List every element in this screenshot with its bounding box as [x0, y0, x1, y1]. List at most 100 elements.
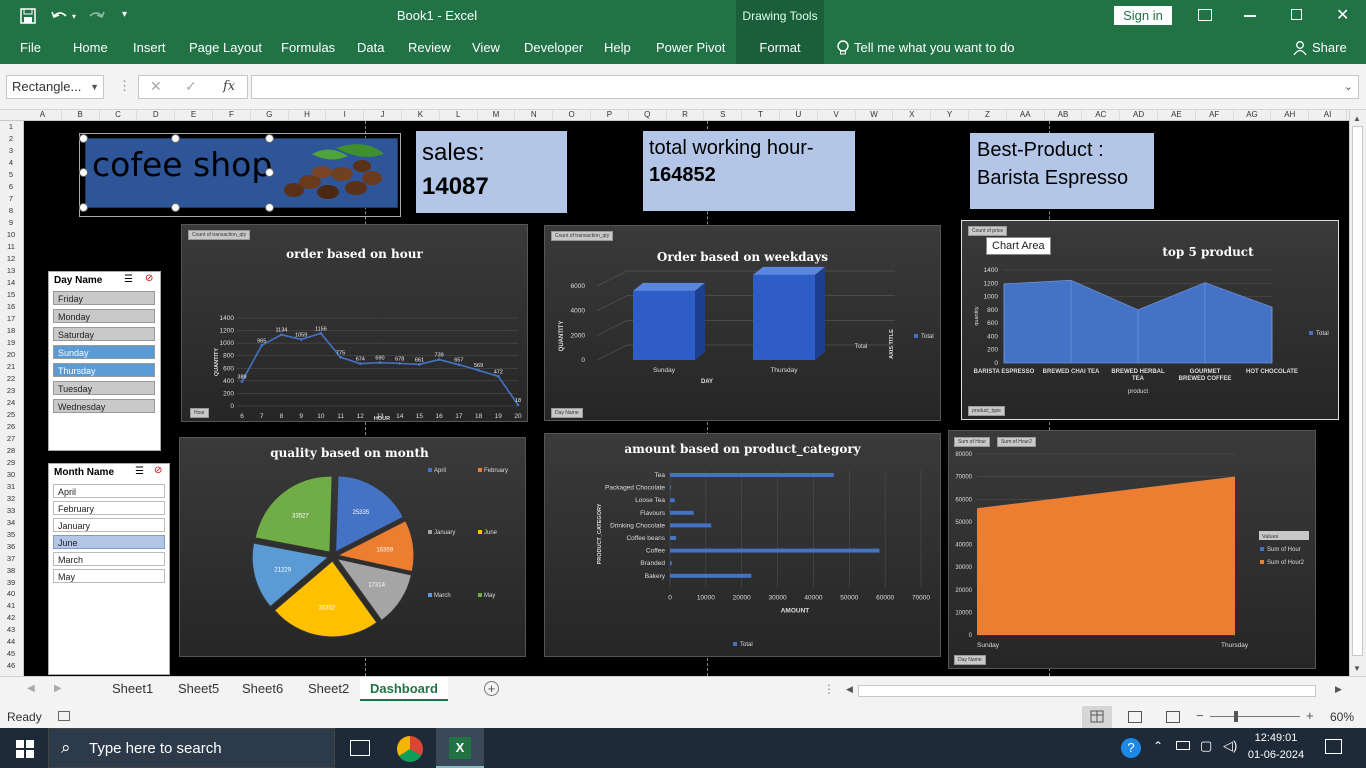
- resize-handle[interactable]: [171, 134, 180, 143]
- taskbar-search-box[interactable]: ⌕ Type here to search: [48, 728, 335, 768]
- tab-formulas[interactable]: Formulas: [281, 32, 335, 64]
- column-header[interactable]: AF: [1196, 110, 1234, 120]
- sheet-tab-dashboard[interactable]: Dashboard: [360, 677, 448, 701]
- column-header[interactable]: AE: [1158, 110, 1196, 120]
- chrome-icon[interactable]: [397, 736, 423, 762]
- row-header[interactable]: 40: [0, 588, 22, 600]
- resize-handle[interactable]: [79, 203, 88, 212]
- slicer-item-thursday[interactable]: Thursday: [53, 363, 155, 377]
- tab-developer[interactable]: Developer: [524, 32, 583, 64]
- column-header[interactable]: E: [175, 110, 213, 120]
- day-filter-button[interactable]: Day Name: [954, 655, 986, 665]
- normal-view-button[interactable]: [1082, 706, 1112, 728]
- share-button[interactable]: Share: [1312, 32, 1347, 64]
- row-header[interactable]: 1: [0, 121, 22, 133]
- tab-view[interactable]: View: [472, 32, 500, 64]
- chart-order-by-hour[interactable]: Count of transaction_qty order based on …: [181, 224, 528, 422]
- column-header[interactable]: L: [440, 110, 478, 120]
- column-header[interactable]: D: [137, 110, 176, 120]
- scroll-down-icon[interactable]: ▼: [1353, 664, 1361, 673]
- add-sheet-icon[interactable]: +: [484, 681, 499, 696]
- column-header[interactable]: G: [251, 110, 289, 120]
- undo-icon[interactable]: [50, 8, 70, 24]
- row-header[interactable]: 30: [0, 469, 22, 481]
- row-header[interactable]: 37: [0, 553, 22, 565]
- tab-file[interactable]: File: [20, 32, 41, 64]
- row-header[interactable]: 3: [0, 145, 22, 157]
- column-header[interactable]: H: [289, 110, 327, 120]
- sheet-tab-sheet6[interactable]: Sheet6: [232, 677, 293, 701]
- multi-select-icon[interactable]: ☰: [135, 466, 144, 477]
- column-header[interactable]: F: [213, 110, 251, 120]
- sheet-tab-sheet2[interactable]: Sheet2: [298, 677, 359, 701]
- page-layout-view-button[interactable]: [1128, 711, 1142, 723]
- column-header[interactable]: P: [591, 110, 629, 120]
- tab-data[interactable]: Data: [357, 32, 384, 64]
- sheet-tab-sheet5[interactable]: Sheet5: [168, 677, 229, 701]
- name-box-dropdown-icon[interactable]: ▼: [90, 76, 99, 98]
- kpi-working-hours[interactable]: total working hour- 164852: [643, 131, 855, 211]
- chart-top-5-product[interactable]: Count of price top 5 product Chart Area …: [961, 220, 1339, 420]
- column-header[interactable]: C: [100, 110, 138, 120]
- customize-toolbar-icon[interactable]: ▾: [122, 9, 127, 20]
- row-header[interactable]: 33: [0, 505, 22, 517]
- row-header[interactable]: 12: [0, 253, 22, 265]
- clock-date[interactable]: 01-06-2024: [1244, 749, 1308, 761]
- column-header[interactable]: W: [856, 110, 894, 120]
- help-icon[interactable]: ?: [1121, 738, 1141, 758]
- row-header[interactable]: 24: [0, 397, 22, 409]
- column-header[interactable]: I: [326, 110, 365, 120]
- slicer-item-sunday[interactable]: Sunday: [53, 345, 155, 359]
- slicer-item-saturday[interactable]: Saturday: [53, 327, 155, 341]
- row-header[interactable]: 25: [0, 409, 22, 421]
- tab-help[interactable]: Help: [604, 32, 631, 64]
- windows-start-icon[interactable]: [16, 740, 34, 758]
- row-header[interactable]: 41: [0, 600, 22, 612]
- worksheet-grid[interactable]: cofee shop sales: 14087 total working ho…: [24, 121, 1349, 676]
- row-header[interactable]: 43: [0, 624, 22, 636]
- row-header[interactable]: 9: [0, 217, 22, 229]
- slicer-item-monday[interactable]: Monday: [53, 309, 155, 323]
- undo-dropdown-icon[interactable]: ▾: [72, 12, 76, 21]
- row-header[interactable]: 26: [0, 421, 22, 433]
- column-header[interactable]: Z: [969, 110, 1007, 120]
- column-header[interactable]: S: [704, 110, 743, 120]
- cancel-icon[interactable]: ✕: [150, 78, 162, 95]
- column-header[interactable]: AB: [1045, 110, 1083, 120]
- column-header[interactable]: K: [402, 110, 440, 120]
- slicer-item-january[interactable]: January: [53, 518, 165, 532]
- tab-page-layout[interactable]: Page Layout: [189, 32, 262, 64]
- row-header[interactable]: 45: [0, 648, 22, 660]
- name-box[interactable]: Rectangle... ▼: [6, 75, 104, 99]
- chart-quantity-by-month[interactable]: quality based on month 25335 16359 17314 35…: [179, 437, 526, 657]
- clock-time[interactable]: 12:49:01: [1248, 732, 1304, 744]
- day-filter-button[interactable]: Day Name: [551, 408, 583, 418]
- zoom-level[interactable]: 60%: [1330, 710, 1354, 724]
- multi-select-icon[interactable]: ☰: [124, 274, 133, 285]
- horizontal-scrollbar[interactable]: [858, 685, 1316, 697]
- row-header[interactable]: 38: [0, 565, 22, 577]
- show-hidden-icons[interactable]: ⌃: [1153, 739, 1163, 753]
- slicer-item-may[interactable]: May: [53, 569, 165, 583]
- slicer-item-february[interactable]: February: [53, 501, 165, 515]
- zoom-slider-thumb[interactable]: [1234, 711, 1238, 722]
- battery-icon[interactable]: [1176, 741, 1190, 750]
- product-type-filter-button[interactable]: product_type: [968, 406, 1005, 416]
- tab-splitter-icon[interactable]: ⋮: [823, 682, 835, 696]
- row-header[interactable]: 15: [0, 289, 22, 301]
- formula-input[interactable]: ⌄: [251, 75, 1359, 99]
- column-header[interactable]: A: [24, 110, 62, 120]
- column-header[interactable]: B: [62, 110, 100, 120]
- slicer-item-wednesday[interactable]: Wednesday: [53, 399, 155, 413]
- resize-handle[interactable]: [79, 134, 88, 143]
- row-header[interactable]: 29: [0, 457, 22, 469]
- day-name-slicer[interactable]: Day Name ☰ ⊘ Friday Monday Saturday Sunday T…: [48, 271, 161, 451]
- save-icon[interactable]: [20, 8, 36, 24]
- column-header[interactable]: J: [364, 110, 402, 120]
- column-header[interactable]: T: [742, 110, 780, 120]
- task-view-icon[interactable]: [350, 740, 370, 756]
- column-header[interactable]: Y: [931, 110, 969, 120]
- tell-me-search[interactable]: Tell me what you want to do: [854, 32, 1014, 64]
- zoom-slider[interactable]: [1210, 716, 1300, 717]
- sign-in-button[interactable]: Sign in: [1114, 6, 1172, 25]
